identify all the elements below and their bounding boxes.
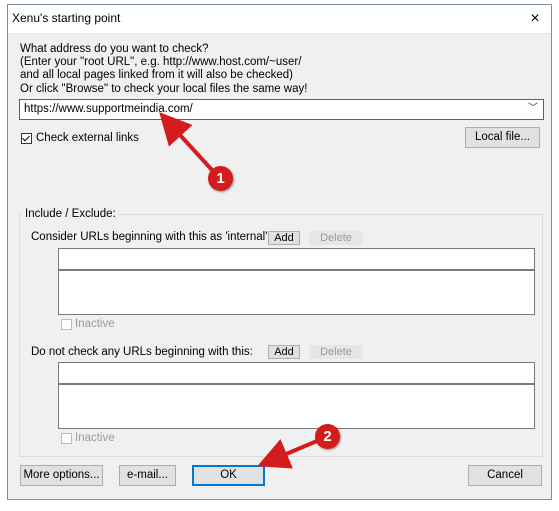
local-file-button[interactable]: Local file...	[465, 127, 540, 148]
intro-text: What address do you want to check? (Ente…	[20, 43, 308, 95]
check-external-checkbox[interactable]	[21, 133, 32, 144]
close-icon[interactable]: ×	[525, 9, 545, 29]
exclude-urls-label: Do not check any URLs beginning with thi…	[31, 346, 253, 358]
internal-url-input[interactable]	[58, 248, 535, 270]
url-combobox[interactable]: https://www.supportmeindia.com/ ﹀	[19, 99, 544, 120]
internal-add-button[interactable]: Add	[268, 231, 300, 245]
url-input-value[interactable]: https://www.supportmeindia.com/	[24, 103, 193, 115]
check-external-label[interactable]: Check external links	[36, 132, 139, 144]
exclude-inactive-label: Inactive	[75, 432, 115, 444]
exclude-url-input[interactable]	[58, 362, 535, 384]
exclude-url-list[interactable]	[58, 384, 535, 429]
ok-button[interactable]: OK	[192, 465, 265, 486]
internal-urls-label: Consider URLs beginning with this as 'in…	[31, 231, 271, 243]
chevron-down-icon[interactable]: ﹀	[527, 102, 539, 116]
email-button[interactable]: e-mail...	[119, 465, 176, 486]
internal-inactive-label: Inactive	[75, 318, 115, 330]
annotation-badge-2: 2	[315, 424, 340, 449]
dialog-window: Xenu's starting point × What address do …	[7, 4, 552, 500]
window-title: Xenu's starting point	[12, 11, 121, 25]
internal-url-list[interactable]	[58, 270, 535, 315]
cancel-button[interactable]: Cancel	[468, 465, 542, 486]
exclude-inactive-checkbox[interactable]	[61, 433, 72, 444]
include-exclude-legend: Include / Exclude:	[23, 208, 118, 220]
internal-inactive-checkbox[interactable]	[61, 319, 72, 330]
exclude-delete-button[interactable]: Delete	[309, 345, 363, 359]
internal-delete-button[interactable]: Delete	[309, 231, 363, 245]
more-options-button[interactable]: More options...	[20, 465, 103, 486]
annotation-badge-1: 1	[208, 166, 233, 191]
title-bar[interactable]: Xenu's starting point ×	[8, 5, 551, 34]
exclude-add-button[interactable]: Add	[268, 345, 300, 359]
